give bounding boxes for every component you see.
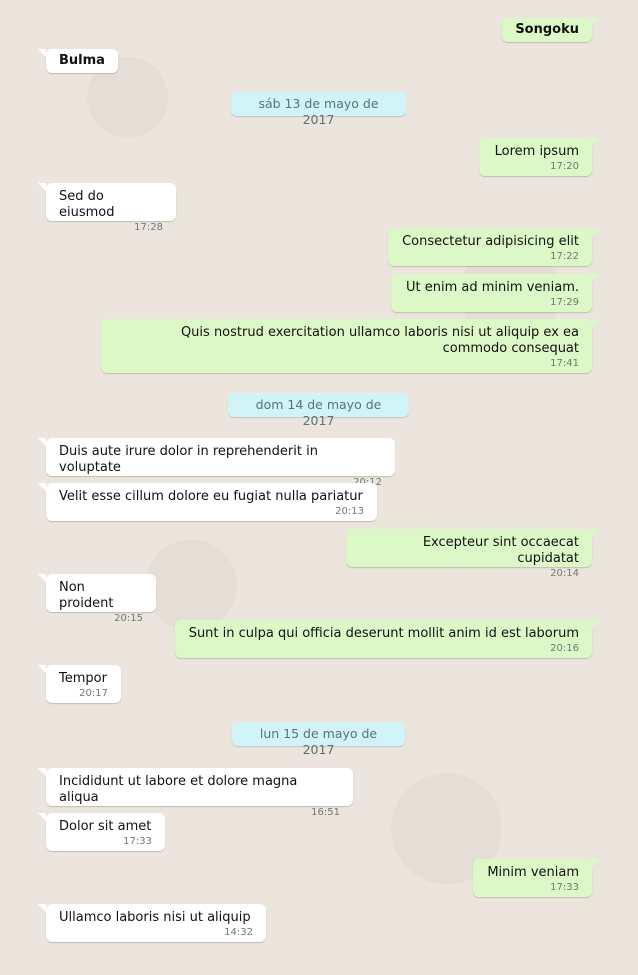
- message-text: Sed do eiusmod: [59, 189, 115, 220]
- message-text: Ullamco laboris nisi ut aliquip: [59, 910, 251, 925]
- message-time: 17:33: [550, 882, 579, 893]
- message-time: 17:29: [550, 297, 579, 308]
- message-incoming[interactable]: Dolor sit amet 17:33: [38, 813, 165, 851]
- message-text: Quis nostrud exercitation ullamco labori…: [180, 325, 579, 356]
- message-time: 20:13: [335, 506, 364, 517]
- date-separator: sáb 13 de mayo de 2017: [231, 92, 406, 127]
- sender-name-me: Songoku: [502, 18, 600, 42]
- message-time: 20:16: [550, 643, 579, 654]
- sender-name-other: Bulma: [38, 49, 118, 73]
- message-time: 17:41: [550, 358, 579, 369]
- message-outgoing[interactable]: Sunt in culpa qui officia deserunt molli…: [175, 620, 600, 658]
- message-time: 17:20: [550, 161, 579, 172]
- message-time: 20:14: [550, 568, 579, 579]
- message-time: 17:33: [123, 836, 152, 847]
- message-text: Non proident: [59, 580, 114, 611]
- message-time: 17:28: [134, 222, 163, 233]
- sender-name-label: Songoku: [515, 22, 579, 37]
- message-incoming[interactable]: Ullamco laboris nisi ut aliquip 14:32: [38, 904, 266, 942]
- message-incoming[interactable]: Tempor 20:17: [38, 665, 121, 703]
- message-incoming[interactable]: Non proident 20:15: [38, 574, 156, 624]
- message-incoming[interactable]: Duis aute irure dolor in reprehenderit i…: [38, 438, 395, 488]
- message-text: Velit esse cillum dolore eu fugiat nulla…: [59, 489, 363, 504]
- message-text: Lorem ipsum: [494, 144, 579, 159]
- message-incoming[interactable]: Velit esse cillum dolore eu fugiat nulla…: [38, 483, 377, 521]
- sender-name-label: Bulma: [59, 53, 105, 68]
- message-outgoing[interactable]: Consectetur adipisicing elit 17:22: [388, 228, 600, 266]
- message-text: Incididunt ut labore et dolore magna ali…: [59, 774, 298, 805]
- date-separator: lun 15 de mayo de 2017: [232, 722, 405, 757]
- message-time: 20:17: [79, 688, 108, 699]
- date-separator: dom 14 de mayo de 2017: [228, 393, 409, 428]
- message-outgoing[interactable]: Minim veniam 17:33: [473, 859, 600, 897]
- message-outgoing[interactable]: Quis nostrud exercitation ullamco labori…: [101, 319, 600, 373]
- message-text: Tempor: [59, 671, 107, 686]
- message-outgoing[interactable]: Excepteur sint occaecat cupidatat 20:14: [346, 529, 600, 579]
- message-text: Excepteur sint occaecat cupidatat: [422, 535, 579, 566]
- chat-conversation[interactable]: Songoku Bulma sáb 13 de mayo de 2017 Lor…: [0, 0, 638, 975]
- message-incoming[interactable]: Sed do eiusmod 17:28: [38, 183, 176, 233]
- message-time: 17:22: [550, 251, 579, 262]
- message-text: Dolor sit amet: [59, 819, 152, 834]
- message-text: Duis aute irure dolor in reprehenderit i…: [59, 444, 318, 475]
- message-time: 20:15: [114, 613, 143, 624]
- message-outgoing[interactable]: Lorem ipsum 17:20: [479, 138, 600, 176]
- message-text: Ut enim ad minim veniam.: [406, 280, 579, 295]
- message-text: Minim veniam: [487, 865, 579, 880]
- message-text: Consectetur adipisicing elit: [402, 234, 579, 249]
- message-incoming[interactable]: Incididunt ut labore et dolore magna ali…: [38, 768, 353, 818]
- message-time: 14:32: [224, 927, 253, 938]
- message-text: Sunt in culpa qui officia deserunt molli…: [188, 626, 579, 641]
- message-outgoing[interactable]: Ut enim ad minim veniam. 17:29: [391, 274, 600, 312]
